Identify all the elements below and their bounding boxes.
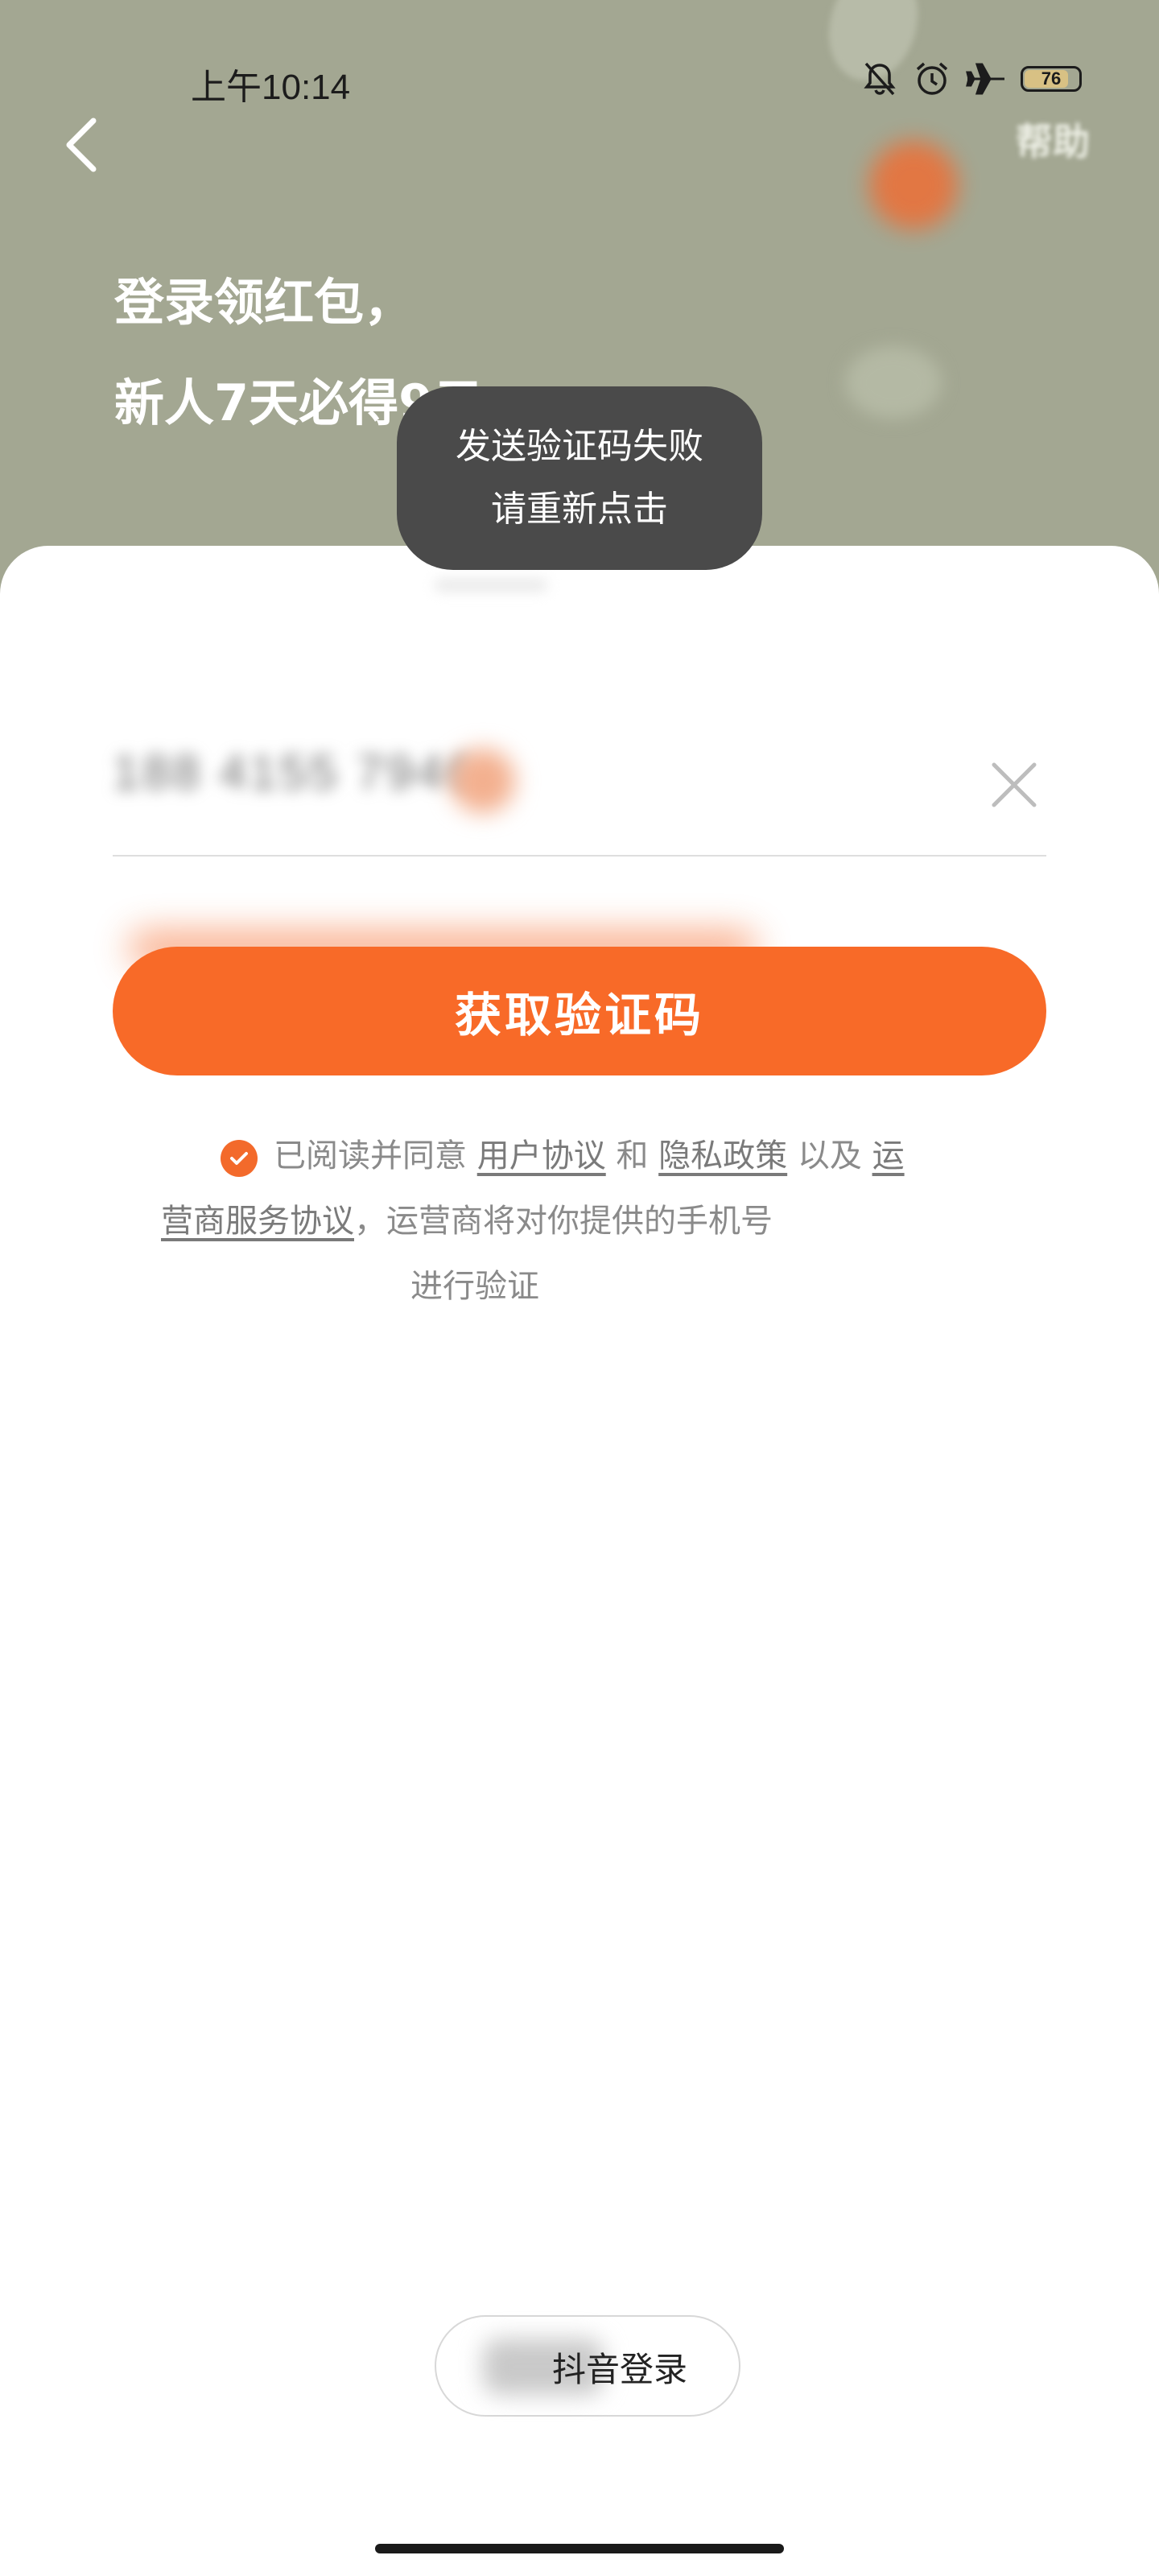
agreement-suffix2: 进行验证 [410,1268,539,1305]
decorative-orange-blob [869,141,958,229]
input-cursor-glow [451,749,515,813]
status-bar: 上午10:14 76 [0,0,1159,153]
privacy-policy-link[interactable]: 隐私政策 [658,1137,787,1174]
status-time: 上午10:14 [191,68,351,107]
error-toast: 发送验证码失败 请重新点击 [397,386,762,570]
home-indicator[interactable] [375,2544,784,2553]
carrier-agreement-link[interactable]: 运 [872,1137,905,1174]
get-code-button[interactable]: 获取验证码 [113,947,1046,1075]
agreement-text: 已阅读并同意 用户协议 和 隐私政策 以及 运 营商服务协议，运营商将对你提供的… [161,1124,950,1319]
help-link[interactable]: 帮助 [1016,113,1090,166]
agreement-suffix: ，运营商将对你提供的手机号 [354,1203,773,1240]
decorative-leaf [845,346,942,419]
input-underline [113,855,1046,857]
agreement-also: 以及 [797,1137,862,1174]
toast-line2: 请重新点击 [491,489,668,530]
airplane-mode-icon [966,63,1004,95]
mute-bell-icon [864,62,896,96]
check-icon [230,1152,248,1165]
blurred-tab-hint [435,580,547,591]
alarm-icon [916,62,948,95]
toast-line1: 发送验证码失败 [456,426,703,467]
user-agreement-link[interactable]: 用户协议 [477,1137,606,1174]
back-arrow-icon[interactable] [56,111,113,175]
agreement-checkbox[interactable] [221,1140,258,1177]
agreement-prefix: 已阅读并同意 [274,1137,467,1174]
status-icons: 76 [861,58,1082,100]
battery-level: 76 [1041,68,1062,89]
clear-icon[interactable] [986,757,1042,813]
battery-icon: 76 [1021,66,1082,92]
douyin-login-label: 抖音登录 [552,2350,688,2389]
carrier-agreement-link[interactable]: 营商服务协议 [161,1203,354,1240]
promo-title: 登录领红包， [114,273,415,332]
agreement-and: 和 [616,1137,649,1174]
login-sheet [0,546,1159,2576]
